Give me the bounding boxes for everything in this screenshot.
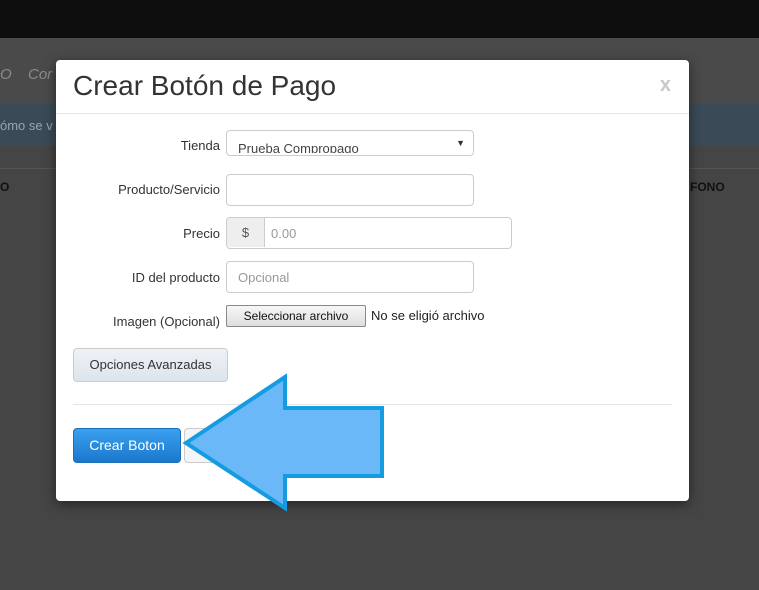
precio-label: Precio	[183, 226, 220, 241]
currency-addon: $	[227, 218, 265, 247]
producto-input[interactable]	[226, 174, 474, 206]
background-nav-item: O	[0, 66, 12, 83]
id-producto-label: ID del producto	[131, 270, 220, 285]
select-file-button[interactable]: Seleccionar archivo	[226, 305, 366, 327]
background-table-header: O	[0, 180, 10, 194]
id-producto-input[interactable]: Opcional	[226, 261, 474, 293]
background-alert-text: ómo se v	[0, 118, 53, 133]
chevron-down-icon: ▼	[456, 138, 465, 148]
top-navbar	[0, 0, 759, 38]
modal-header-divider	[56, 113, 689, 114]
file-status-text: No se eligió archivo	[371, 308, 485, 323]
tienda-label: Tienda	[180, 138, 220, 153]
background-table-header: FONO	[690, 180, 725, 194]
tienda-select[interactable]: Prueba Compropago ▼	[226, 130, 474, 156]
pointer-arrow-icon	[182, 373, 384, 512]
id-producto-placeholder: Opcional	[238, 270, 290, 285]
tienda-select-value: Prueba Compropago	[238, 141, 359, 153]
background-nav-item: Cor	[28, 66, 53, 83]
precio-placeholder: 0.00	[271, 226, 297, 241]
precio-input[interactable]: $ 0.00	[226, 217, 512, 249]
producto-label: Producto/Servicio	[118, 182, 220, 197]
imagen-label: Imagen (Opcional)	[113, 314, 220, 329]
close-icon[interactable]: x	[660, 74, 671, 97]
create-button[interactable]: Crear Boton	[73, 428, 181, 463]
modal-title: Crear Botón de Pago	[73, 70, 337, 101]
